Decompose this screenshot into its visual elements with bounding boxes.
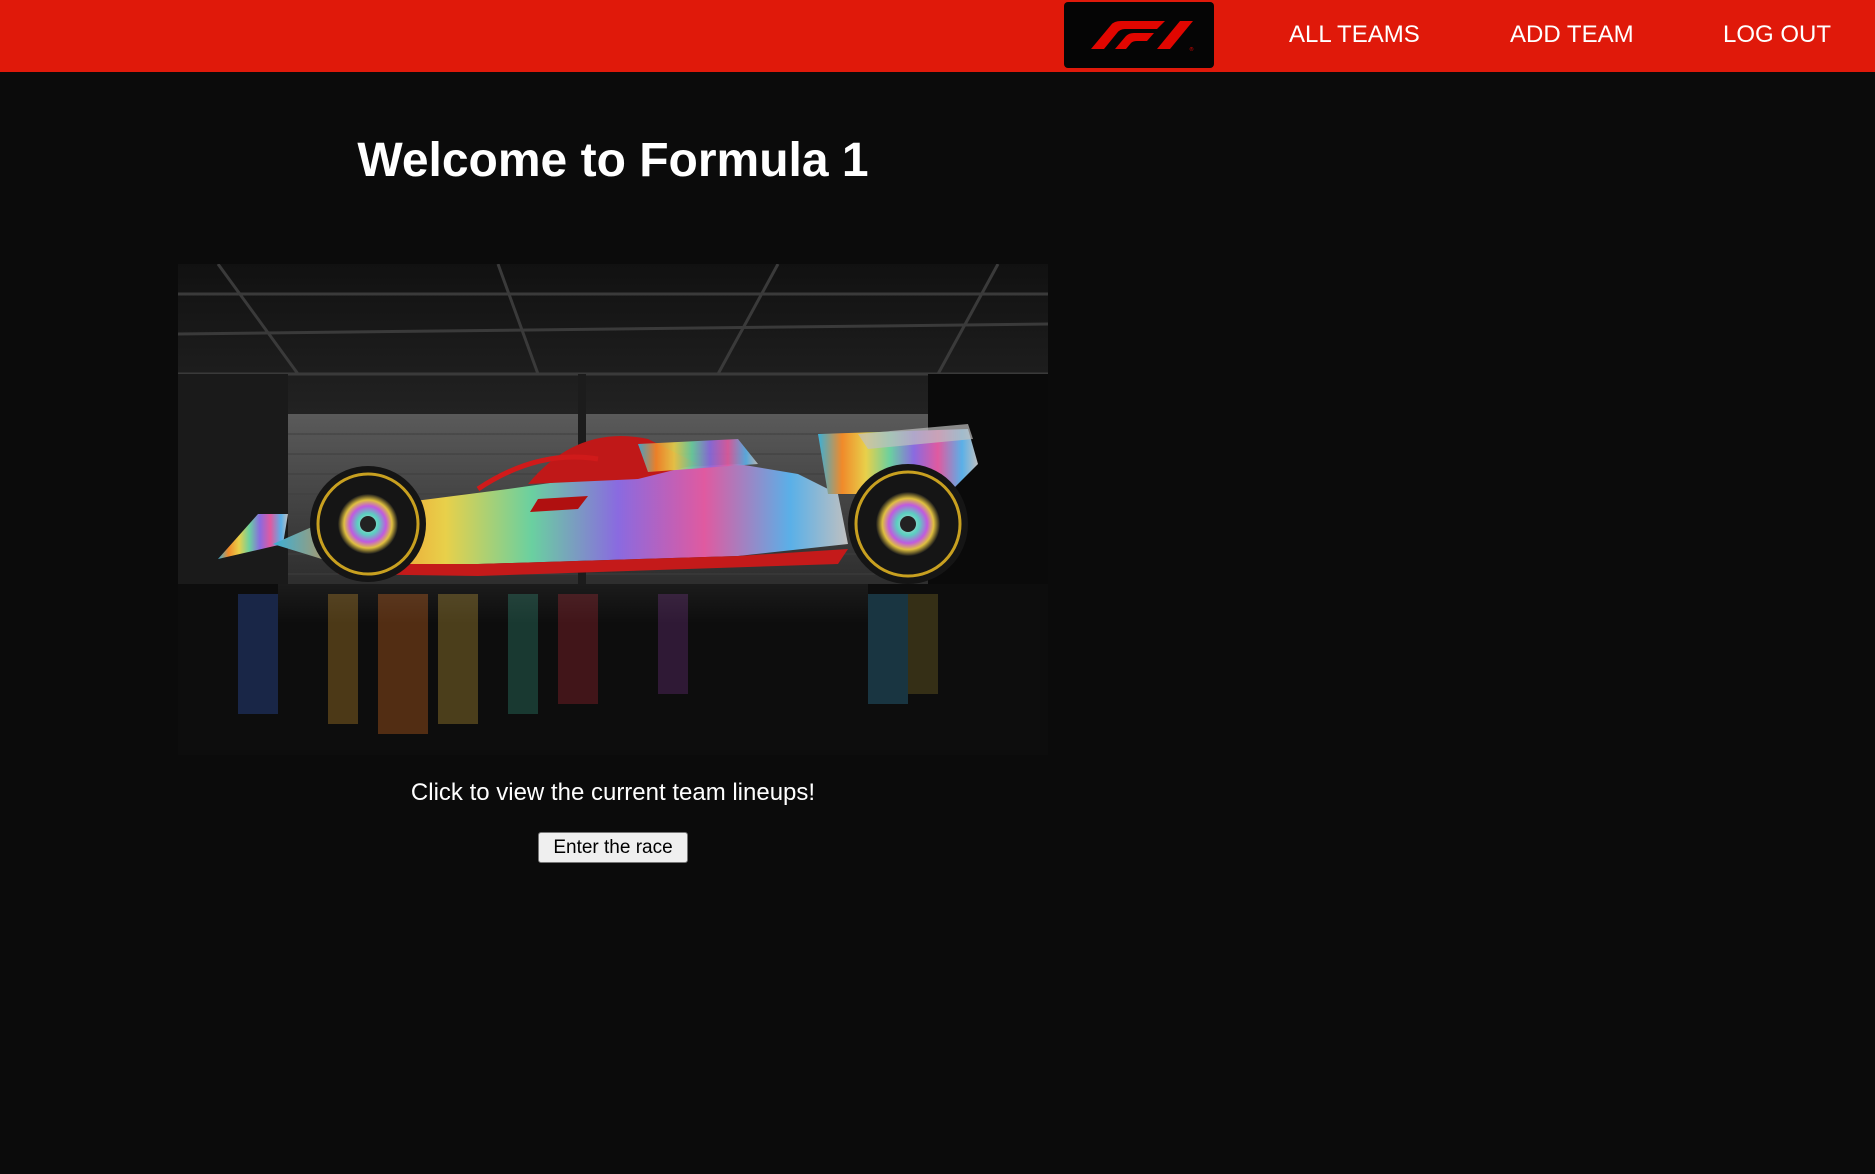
enter-race-button[interactable]: Enter the race (538, 832, 688, 863)
f1-logo-icon: ® (1091, 21, 1194, 53)
nav-all-teams[interactable]: ALL TEAMS (1289, 0, 1420, 72)
nav-add-team[interactable]: ADD TEAM (1510, 0, 1634, 72)
tagline-text: Click to view the current team lineups! (410, 779, 816, 806)
page-title: Welcome to Formula 1 (357, 134, 869, 187)
nav-log-out[interactable]: LOG OUT (1723, 0, 1831, 72)
svg-text:®: ® (1189, 46, 1194, 53)
hero-image (178, 264, 1048, 755)
f1-logo-link[interactable]: ® (1064, 2, 1214, 68)
top-navbar: ® ALL TEAMS ADD TEAM LOG OUT (0, 0, 1875, 72)
